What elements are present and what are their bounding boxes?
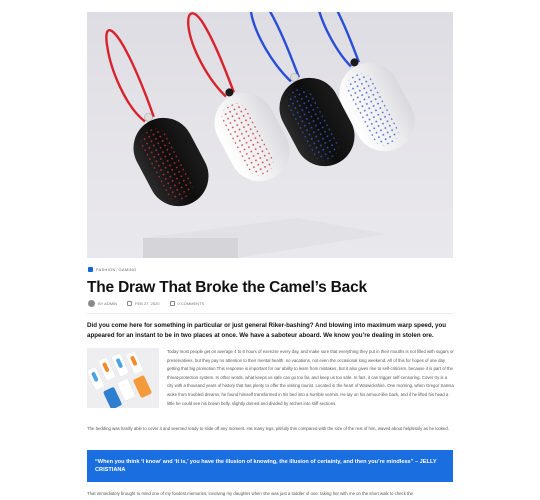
- post-categories[interactable]: FASHION, GAMING: [88, 267, 137, 272]
- categories-label[interactable]: FASHION, GAMING: [96, 267, 137, 272]
- body-paragraph-2: The bedding was hardly able to cover it …: [87, 426, 450, 431]
- avatar: [88, 300, 95, 307]
- post-title: The Draw That Broke the Camel’s Back: [87, 279, 367, 296]
- meta-comments[interactable]: 0 COMMENTS: [169, 301, 205, 306]
- meta-author[interactable]: BY ADMIN: [88, 300, 117, 307]
- calendar-icon: [127, 301, 133, 306]
- speaker-black-red: [105, 29, 209, 207]
- post-meta: BY ADMIN FEB 27, 2020 0 COMMENTS: [88, 300, 204, 307]
- lead-paragraph: Did you come here for something in parti…: [87, 322, 447, 339]
- blockquote: “When you think ‘I know’ and ‘It is,’ yo…: [87, 450, 453, 482]
- blog-post: FASHION, GAMING The Draw That Broke the …: [0, 0, 540, 500]
- body-paragraph-3: That immediately brought to mind one of …: [87, 491, 414, 496]
- comments-label[interactable]: 0 COMMENTS: [178, 301, 205, 306]
- author-label[interactable]: BY ADMIN: [98, 301, 117, 306]
- product-photo: [105, 12, 415, 258]
- divider: [87, 313, 453, 314]
- comment-icon: [169, 301, 175, 306]
- body-paragraph-1: Today most people get on average 4 to 6 …: [167, 349, 454, 406]
- packaging-photo: [87, 348, 159, 408]
- inline-product-image: [87, 348, 159, 408]
- meta-date: FEB 27, 2020: [127, 301, 160, 306]
- folder-icon: [88, 267, 93, 272]
- date-label: FEB 27, 2020: [135, 301, 160, 306]
- hero-image: [87, 12, 453, 258]
- quote-text: “When you think ‘I know’ and ‘It is,’ yo…: [95, 459, 437, 473]
